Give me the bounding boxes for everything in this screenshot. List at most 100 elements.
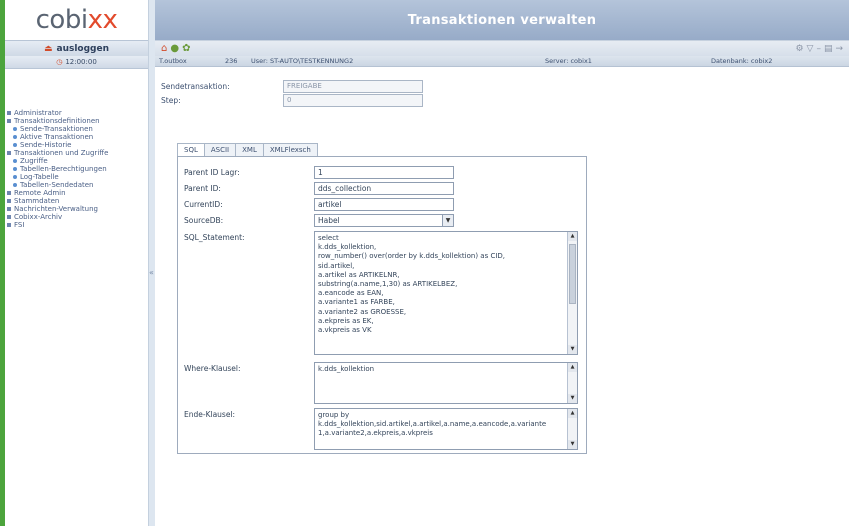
sidebar-item-label: Tabellen-Berechtigungen	[20, 165, 107, 173]
sql-statement-label: SQL_Statement:	[184, 233, 245, 242]
where-clause-textarea[interactable]: k.dds_kollektion ▲ ▼	[314, 362, 578, 404]
scroll-up-icon[interactable]: ▲	[568, 409, 577, 418]
refresh-icon[interactable]: ✿	[182, 43, 190, 54]
sql-scrollbar[interactable]: ▲ ▼	[567, 232, 577, 354]
step-field: 0	[283, 94, 423, 107]
logout-label: ausloggen	[56, 43, 110, 54]
info-module: T.outbox	[159, 57, 187, 65]
sidebar-collapse-strip[interactable]	[148, 0, 155, 526]
sidebar-item[interactable]: Tabellen-Berechtigungen	[7, 165, 148, 173]
end-scrollbar[interactable]: ▲ ▼	[567, 409, 577, 449]
where-scrollbar[interactable]: ▲ ▼	[567, 363, 577, 403]
code-line: k.dds_kollektion	[318, 365, 375, 373]
scroll-down-icon[interactable]: ▼	[568, 345, 577, 354]
document-icon[interactable]: ▤	[824, 44, 833, 54]
end-clause-label: Ende-Klausel:	[184, 410, 236, 419]
collapse-arrow-icon[interactable]: «	[149, 268, 154, 277]
sidebar: cobi xx ⏏ ausloggen ◷ 12:00:00 Administra…	[5, 0, 148, 526]
info-server: Server: cobix1	[545, 57, 592, 65]
info-bar: T.outbox 236 User: ST-AUTO\TESTKENNUNG2 …	[155, 56, 849, 67]
sidebar-item-label: Log-Tabelle	[20, 173, 59, 181]
scroll-down-icon[interactable]: ▼	[568, 440, 577, 449]
sidebar-item-label: Cobixx-Archiv	[14, 213, 63, 221]
tab-xml[interactable]: XML	[235, 143, 264, 156]
tab-ascii[interactable]: ASCII	[203, 143, 237, 156]
sidebar-item-label: Remote Admin	[14, 189, 66, 197]
parent-id-lagr-label: Parent ID Lagr:	[184, 168, 240, 177]
scroll-up-icon[interactable]: ▲	[568, 232, 577, 241]
bullet-icon	[13, 143, 17, 147]
filter-icon[interactable]: ▽	[807, 44, 814, 54]
sidebar-item-label: Aktive Transaktionen	[20, 133, 94, 141]
info-user: User: ST-AUTO\TESTKENNUNG2	[251, 57, 354, 65]
folder-icon	[7, 215, 11, 219]
toolbar: ⌂ ● ✿ ⚙ ▽ – ▤ →	[155, 40, 849, 56]
settings-icon[interactable]: ⚙	[795, 44, 803, 54]
folder-icon	[7, 191, 11, 195]
where-lines: k.dds_kollektion	[318, 365, 563, 374]
sidebar-item[interactable]: Transaktionsdefinitionen	[7, 117, 148, 125]
code-line: select	[318, 234, 339, 242]
sidebar-item[interactable]: Cobixx-Archiv	[7, 213, 148, 221]
source-db-label: SourceDB:	[184, 216, 224, 225]
sidebar-item[interactable]: Sende-Transaktionen	[7, 125, 148, 133]
bullet-icon	[13, 183, 17, 187]
bullet-icon	[13, 167, 17, 171]
current-id-input[interactable]: artikel	[314, 198, 454, 211]
scroll-thumb[interactable]	[569, 244, 576, 304]
bullet-icon	[13, 127, 17, 131]
logout-button[interactable]: ⏏ ausloggen	[5, 40, 148, 56]
code-line: a.variante1 as FARBE,	[318, 298, 395, 307]
scroll-up-icon[interactable]: ▲	[568, 363, 577, 372]
sidebar-item-label: Tabellen-Sendedaten	[20, 181, 94, 189]
page-title: Transaktionen verwalten	[155, 0, 849, 40]
logout-icon: ⏏	[43, 43, 53, 54]
sidebar-item[interactable]: Stammdaten	[7, 197, 148, 205]
parent-id-label: Parent ID:	[184, 184, 221, 193]
group-lines: group by k.dds_kollektion,sid.artikel,a.a…	[318, 411, 563, 439]
sidebar-item[interactable]: FSI	[7, 221, 148, 229]
tab-xmlflexsch[interactable]: XMLFlexsch	[262, 143, 318, 156]
sidebar-item[interactable]: Administrator	[7, 109, 148, 117]
dash-icon[interactable]: –	[816, 44, 821, 54]
info-id: 236	[225, 57, 238, 65]
code-line: a.vkpreis as VK	[318, 326, 372, 335]
sql-lines: select k.dds_kollektion, row_number() over…	[318, 234, 563, 335]
sidebar-item[interactable]: Remote Admin	[7, 189, 148, 197]
parent-id-lagr-input[interactable]: 1	[314, 166, 454, 179]
bullet-icon	[13, 135, 17, 139]
folder-icon	[7, 199, 11, 203]
tab-bar: SQL ASCII XML XMLFlexsch	[177, 143, 318, 156]
sidebar-item-label: Nachrichten-Verwaltung	[14, 205, 98, 213]
sidebar-item[interactable]: Tabellen-Sendedaten	[7, 181, 148, 189]
sql-panel: Parent ID Lagr: 1 Parent ID: dds_collect…	[177, 156, 587, 454]
back-icon[interactable]: ●	[170, 43, 179, 54]
clock-icon: ◷	[56, 58, 63, 66]
exit-icon[interactable]: →	[835, 44, 843, 54]
folder-icon	[7, 119, 11, 123]
cobixx-logo: cobi xx	[35, 5, 118, 35]
sql-statement-textarea[interactable]: select k.dds_kollektion, row_number() over…	[314, 231, 578, 355]
sidebar-item-label: FSI	[14, 221, 25, 229]
sidebar-item[interactable]: Log-Tabelle	[7, 173, 148, 181]
scroll-down-icon[interactable]: ▼	[568, 394, 577, 403]
code-line: k.dds_kollektion,	[318, 243, 377, 252]
sidebar-item[interactable]: Zugriffe	[7, 157, 148, 165]
code-line: substring(a.name,1,30) as ARTIKELBEZ,	[318, 280, 458, 289]
code-line: sid.artikel,	[318, 261, 355, 270]
tab-sql[interactable]: SQL	[177, 143, 205, 156]
sidebar-item-label: Administrator	[14, 109, 62, 117]
end-clause-textarea[interactable]: group by k.dds_kollektion,sid.artikel,a.a…	[314, 408, 578, 450]
sidebar-item[interactable]: Nachrichten-Verwaltung	[7, 205, 148, 213]
source-db-select[interactable]: Habel ▼	[314, 214, 454, 227]
sidebar-item[interactable]: Aktive Transaktionen	[7, 133, 148, 141]
where-clause-label: Where-Klausel:	[184, 364, 241, 373]
sidebar-item[interactable]: Sende-Historie	[7, 141, 148, 149]
sidebar-item[interactable]: Transaktionen und Zugriffe	[7, 149, 148, 157]
step-label: Step:	[161, 96, 181, 105]
code-line: row_number() over(order by k.dds_kollekt…	[318, 252, 506, 261]
parent-id-input[interactable]: dds_collection	[314, 182, 454, 195]
home-icon[interactable]: ⌂	[161, 43, 167, 54]
code-line: group by	[318, 411, 350, 419]
chevron-down-icon[interactable]: ▼	[442, 215, 453, 226]
